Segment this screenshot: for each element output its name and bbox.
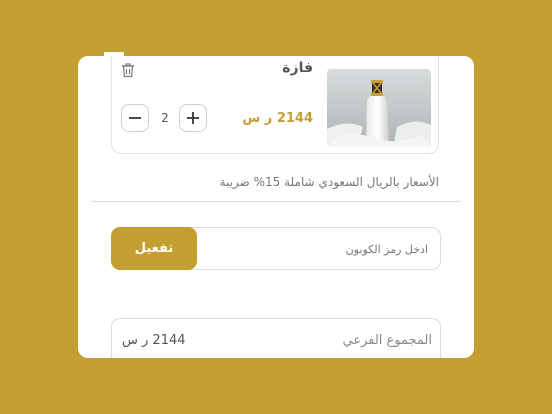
minus-icon [129,117,141,119]
apply-coupon-button[interactable]: تفعيل [111,227,197,270]
subtotal-label: المجموع الفرعي [342,333,432,348]
product-price: 2144 ر س [242,111,313,126]
coupon-box: تفعيل [111,227,441,271]
product-image [327,69,431,147]
coupon-input[interactable] [216,228,430,271]
order-summary: المجموع الفرعي 2144 ر س [111,318,441,358]
trash-icon[interactable] [121,62,135,78]
plus-icon [187,112,199,124]
quantity-increase-button[interactable] [179,104,207,132]
cart-modal: فازة 2144 ر س 2 الأسعار بالريال السعودي … [78,56,474,358]
subtotal-value: 2144 ر س [122,333,186,348]
cart-item-card: فازة 2144 ر س 2 [111,56,439,154]
divider [91,201,461,202]
vat-note: الأسعار بالريال السعودي شاملة 15% ضريبة [219,175,439,189]
product-name: فازة [282,60,313,76]
quantity-decrease-button[interactable] [121,104,149,132]
quantity-value: 2 [161,111,169,125]
